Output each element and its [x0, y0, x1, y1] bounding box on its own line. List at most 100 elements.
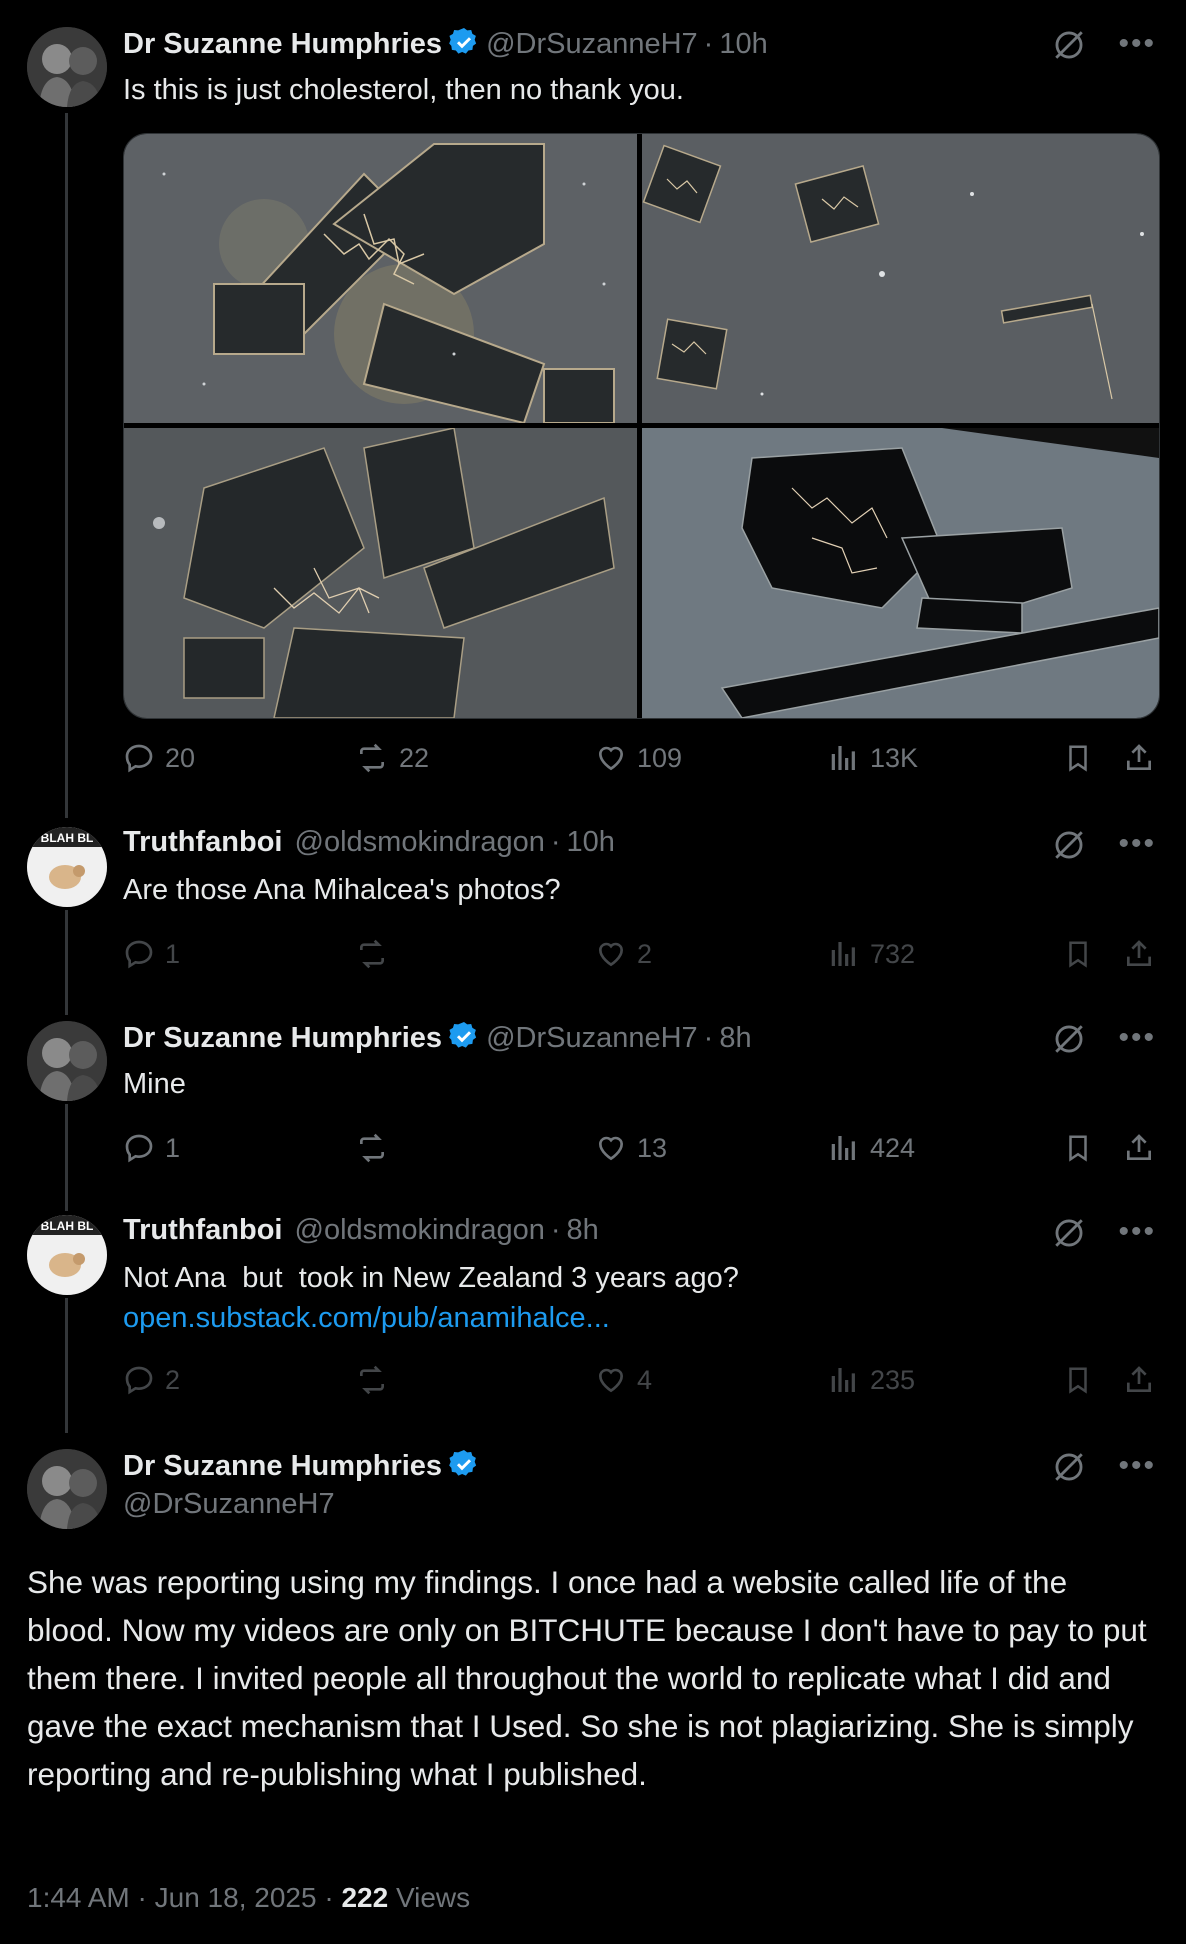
bookmark-button[interactable] [1063, 1132, 1093, 1164]
display-name[interactable]: Dr Suzanne Humphries [123, 1022, 442, 1054]
timestamp[interactable]: 10h [719, 28, 767, 60]
views-button[interactable]: 235 [828, 1364, 915, 1396]
tweet-actions: 2 4 235 [123, 1364, 1163, 1404]
display-name[interactable]: Dr Suzanne Humphries [123, 28, 442, 60]
repost-button[interactable] [355, 938, 389, 970]
grok-icon[interactable] [1052, 828, 1086, 867]
share-icon [1127, 744, 1151, 770]
grok-icon[interactable] [1052, 28, 1086, 67]
reply-button[interactable]: 1 [123, 938, 180, 970]
more-icon[interactable]: ••• [1118, 829, 1156, 859]
media-grid[interactable] [123, 133, 1160, 719]
share-button[interactable] [1123, 938, 1155, 970]
like-icon [598, 1368, 624, 1393]
views-label: Views [395, 1882, 471, 1913]
timestamp[interactable]: 8h [567, 1214, 599, 1246]
reply-button[interactable]: 20 [123, 742, 195, 774]
bookmark-button[interactable] [1063, 1364, 1093, 1396]
like-icon [598, 746, 624, 771]
more-icon[interactable]: ••• [1118, 1023, 1156, 1053]
display-name[interactable]: Truthfanboi [123, 826, 282, 858]
grok-icon[interactable] [1052, 1450, 1086, 1489]
views-icon [831, 746, 855, 770]
reply-icon [125, 1366, 153, 1395]
handle[interactable]: @DrSuzanneH7 [486, 28, 698, 60]
handle[interactable]: @oldsmokindragon [295, 1214, 545, 1246]
media-image[interactable] [124, 428, 637, 718]
post-date[interactable]: Jun 18, 2025 [155, 1882, 317, 1913]
reply-button[interactable]: 1 [123, 1132, 180, 1164]
tweet[interactable]: Dr Suzanne Humphries @DrSuzanneH7 · 8h ••• … [0, 994, 1186, 1188]
reply-count: 1 [165, 1132, 181, 1163]
more-icon[interactable]: ••• [1118, 1217, 1156, 1247]
handle[interactable]: @DrSuzanneH7 [486, 1022, 698, 1054]
like-icon [598, 942, 624, 967]
avatar[interactable]: BLAH BL [27, 1215, 107, 1295]
repost-icon [360, 939, 384, 969]
tweet[interactable]: Dr Suzanne Humphries @DrSuzanneH7 · 10h •••… [0, 0, 1186, 800]
separator: · [550, 826, 561, 858]
tweet-actions: 1 13 424 [123, 1132, 1163, 1172]
avatar[interactable] [27, 27, 107, 107]
like-icon [598, 1136, 624, 1161]
tweet-text: Mine [123, 1068, 186, 1100]
like-button[interactable]: 109 [595, 742, 682, 774]
views-count: 13K [870, 742, 919, 773]
reply-button[interactable]: 2 [123, 1364, 180, 1396]
grok-icon[interactable] [1052, 1216, 1086, 1255]
avatar[interactable] [27, 1449, 107, 1529]
reply-icon [125, 744, 153, 773]
handle[interactable]: @DrSuzanneH7 [123, 1488, 335, 1521]
like-count: 4 [637, 1364, 653, 1395]
timestamp[interactable]: 10h [567, 826, 615, 858]
media-image[interactable] [642, 134, 1159, 423]
tweet-text: Not Ana but took in New Zealand 3 years … [123, 1262, 739, 1294]
separator: · [703, 1022, 714, 1054]
main-tweet-text: She was reporting using my findings. I o… [27, 1564, 1147, 1792]
reply-icon [125, 940, 153, 969]
like-button[interactable]: 4 [595, 1364, 652, 1396]
views-button[interactable]: 424 [828, 1132, 915, 1164]
verified-badge-icon [448, 26, 480, 66]
share-button[interactable] [1123, 742, 1155, 774]
like-button[interactable]: 13 [595, 1132, 667, 1164]
more-icon[interactable]: ••• [1118, 29, 1156, 59]
grok-icon[interactable] [1052, 1022, 1086, 1061]
share-button[interactable] [1123, 1364, 1155, 1396]
bookmark-button[interactable] [1063, 742, 1093, 774]
bookmark-button[interactable] [1063, 938, 1093, 970]
tweet[interactable]: BLAH BL Truthfanboi @oldsmokindragon · 8h … [0, 1188, 1186, 1422]
like-count: 13 [637, 1132, 668, 1163]
views-count: 732 [870, 938, 916, 969]
bookmark-icon [1069, 1367, 1087, 1394]
verified-badge-icon [448, 1020, 480, 1060]
share-icon [1127, 1366, 1151, 1392]
tweet[interactable]: BLAH BL Truthfanboi @oldsmokindragon · 10h… [0, 800, 1186, 994]
reply-count: 20 [165, 742, 196, 773]
repost-button[interactable] [355, 1132, 389, 1164]
display-name[interactable]: Truthfanboi [123, 1214, 282, 1246]
more-icon[interactable]: ••• [1118, 1451, 1156, 1481]
views-icon [831, 942, 855, 966]
media-image[interactable] [642, 428, 1159, 718]
repost-button[interactable] [355, 1364, 389, 1396]
post-time[interactable]: 1:44 AM [27, 1882, 130, 1913]
tweet-link[interactable]: open.substack.com/pub/anamihalce... [123, 1302, 610, 1335]
media-image[interactable] [124, 134, 637, 423]
like-button[interactable]: 2 [595, 938, 652, 970]
views-button[interactable]: 732 [828, 938, 915, 970]
bookmark-icon [1069, 1135, 1087, 1162]
display-name[interactable]: Dr Suzanne Humphries [123, 1450, 442, 1482]
share-button[interactable] [1123, 1132, 1155, 1164]
share-icon [1127, 1134, 1151, 1160]
repost-button[interactable]: 22 [355, 742, 429, 774]
handle[interactable]: @oldsmokindragon [295, 826, 545, 858]
views-button[interactable]: 13K [828, 742, 918, 774]
avatar[interactable] [27, 1021, 107, 1101]
avatar-badge-text: BLAH BL [41, 831, 94, 845]
tweet-header: Dr Suzanne Humphries @DrSuzanneH7 · 10h [123, 26, 768, 66]
avatar[interactable]: BLAH BL [27, 827, 107, 907]
tweet-header: Dr Suzanne Humphries @DrSuzanneH7 · 8h [123, 1020, 752, 1060]
timestamp[interactable]: 8h [719, 1022, 751, 1054]
repost-count: 22 [399, 742, 430, 773]
